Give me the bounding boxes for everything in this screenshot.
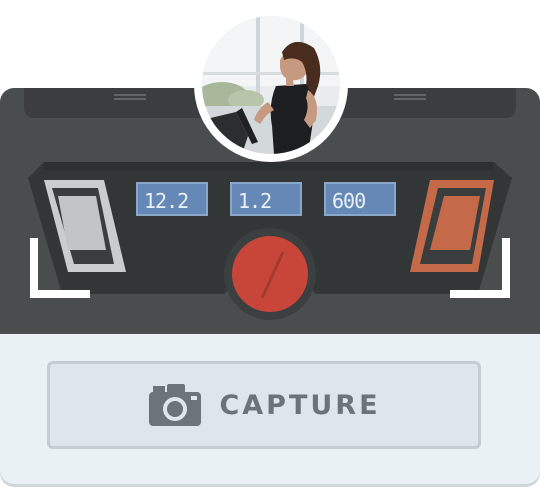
capture-button[interactable]: CAPTURE [47, 361, 481, 449]
capture-button-label: CAPTURE [219, 389, 381, 421]
viewfinder-corner-left-vertical [30, 238, 38, 298]
viewfinder-corner-right-horizontal [450, 290, 510, 298]
calories-display: 600 [324, 182, 396, 216]
camera-icon [149, 384, 202, 426]
avatar [194, 8, 348, 162]
stop-button-icon [232, 236, 308, 312]
viewfinder-corner-right-vertical [502, 238, 510, 298]
runner-photo-icon [202, 16, 340, 154]
incline-display: 1.2 [230, 182, 302, 216]
speed-display: 12.2 [136, 182, 208, 216]
viewfinder-corner-left-horizontal [30, 290, 90, 298]
